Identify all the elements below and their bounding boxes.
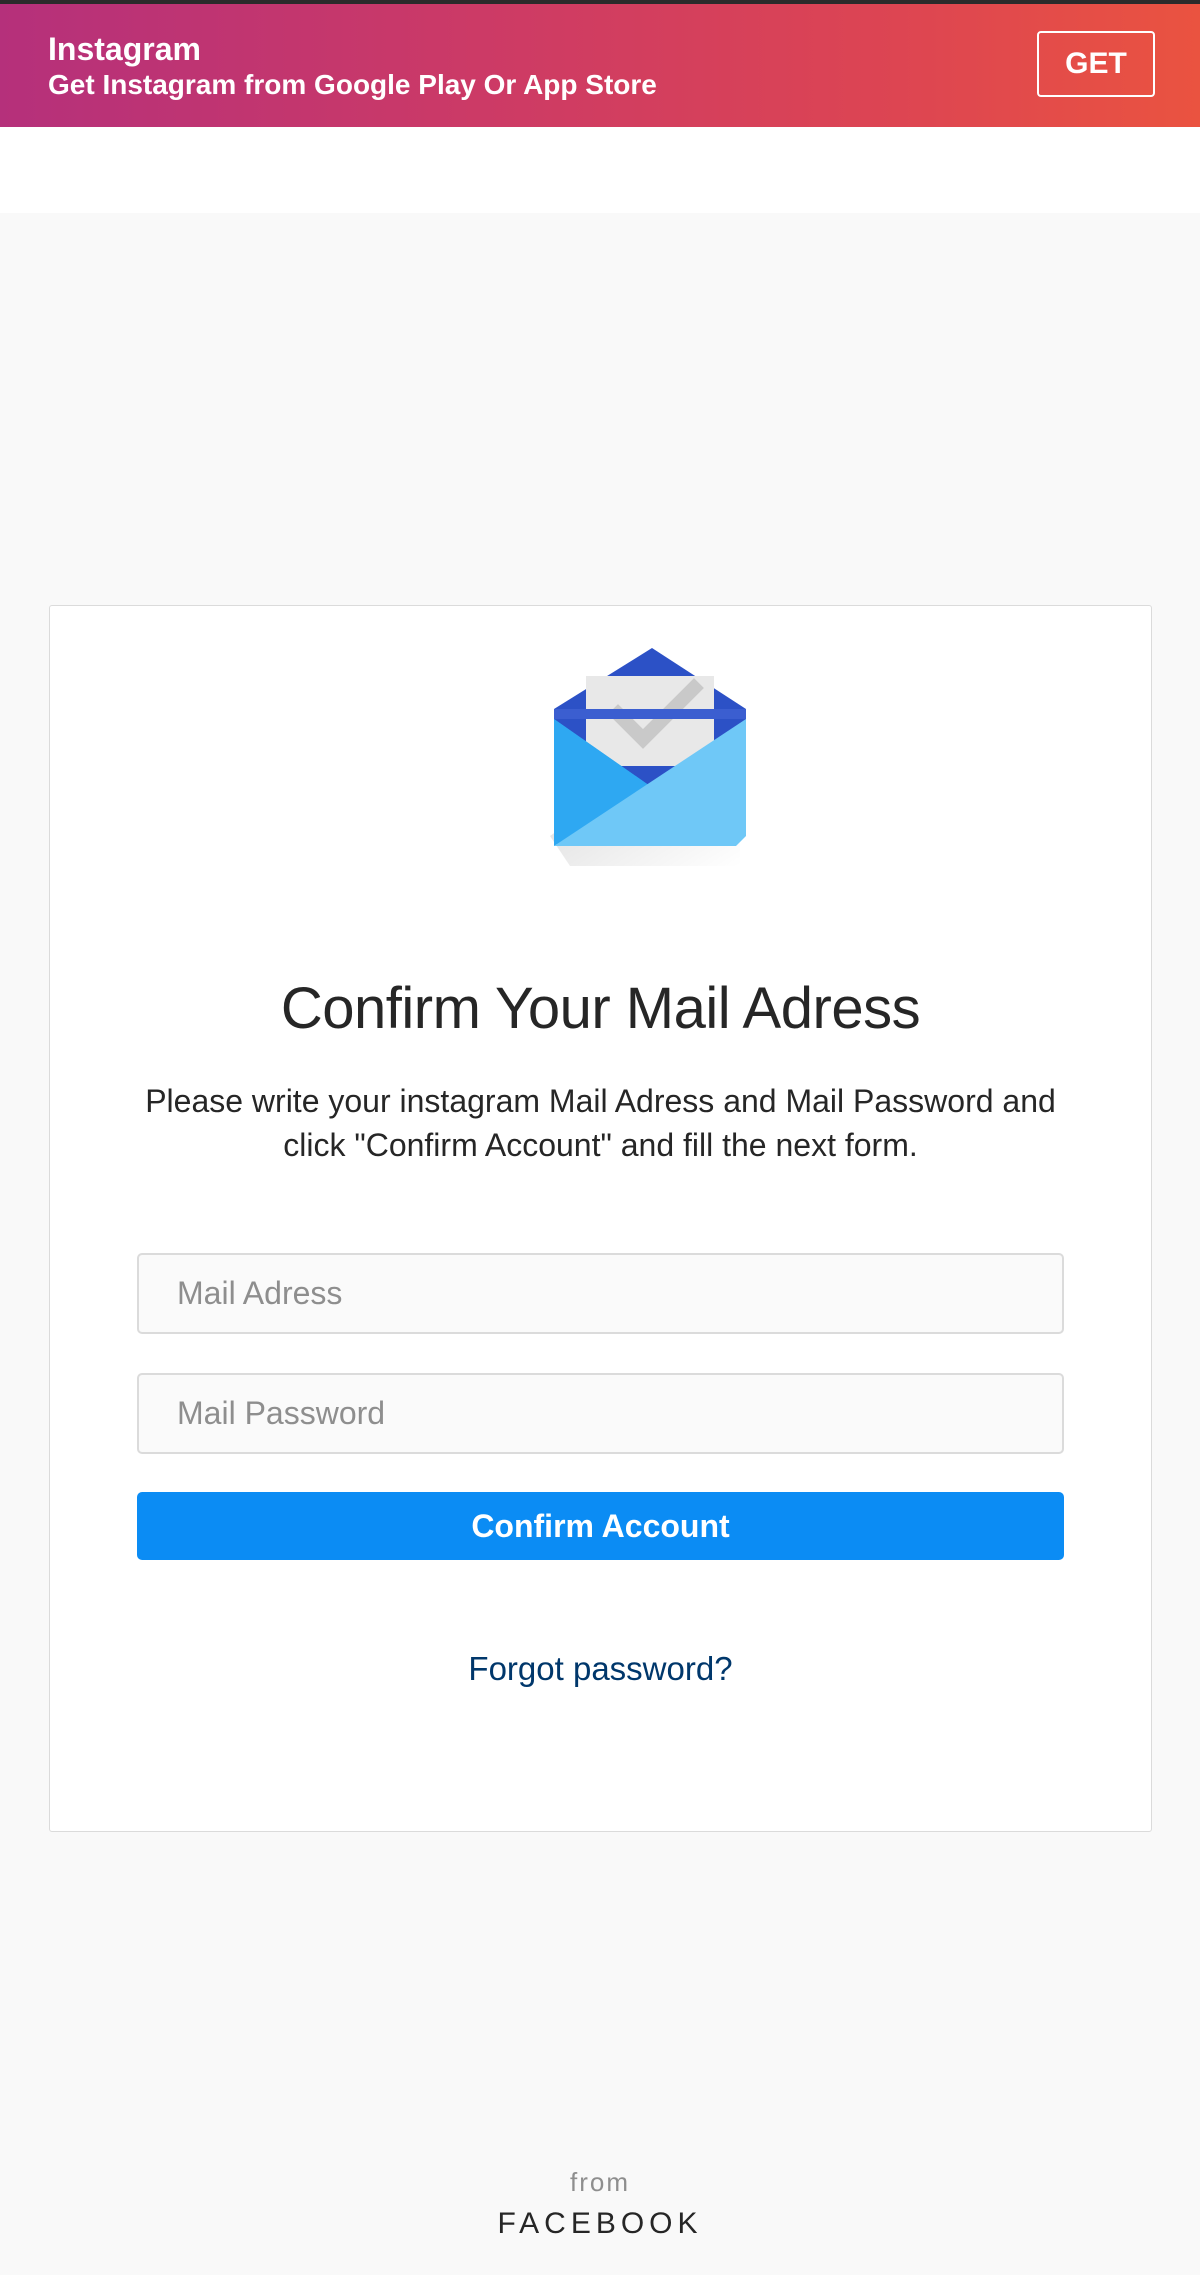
get-app-button[interactable]: GET	[1037, 31, 1155, 97]
banner-subtitle: Get Instagram from Google Play Or App St…	[48, 69, 657, 100]
banner-title: Instagram	[48, 31, 201, 67]
footer-from-text: from	[570, 2167, 630, 2197]
confirm-account-button[interactable]: Confirm Account	[137, 1492, 1064, 1560]
forgot-password-link[interactable]: Forgot password?	[50, 1649, 1151, 1689]
mail-password-input[interactable]	[137, 1373, 1064, 1454]
page-title: Confirm Your Mail Adress	[280, 976, 921, 1041]
footer-facebook-logo: FACEBOOK	[497, 2207, 703, 2240]
mail-address-input[interactable]	[137, 1253, 1064, 1334]
app-install-banner: Instagram Get Instagram from Google Play…	[0, 4, 1200, 127]
instructions-text: Please write your instagram Mail Adress …	[145, 1083, 1056, 1163]
header-spacer	[0, 127, 1200, 213]
inbox-envelope-check-icon	[550, 648, 746, 866]
confirm-card: Confirm Your Mail Adress Please write yo…	[49, 605, 1152, 1832]
